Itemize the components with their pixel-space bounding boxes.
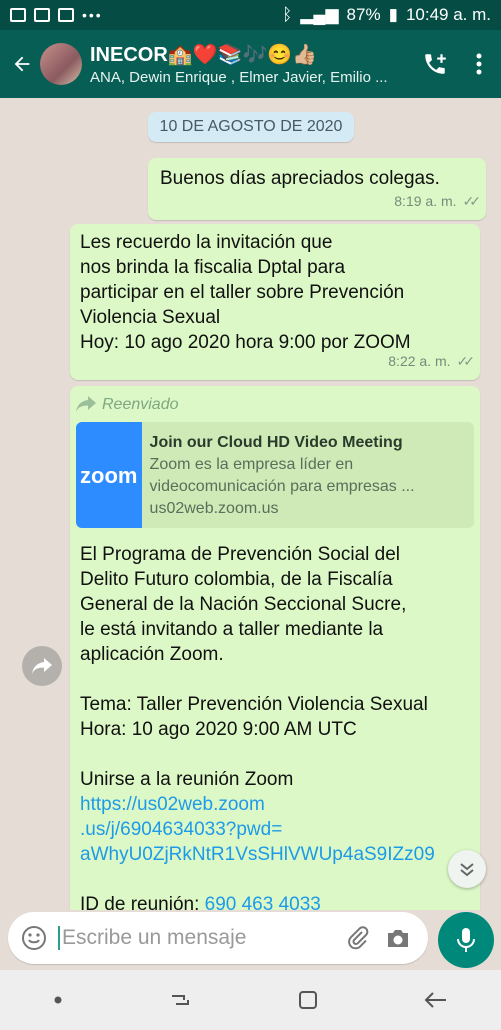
chat-title-area[interactable]: INECOR🏫❤️📚🎶😊👍🏼 ANA, Dewin Enrique , Elme… xyxy=(90,42,413,86)
forwarded-label: Reenviado xyxy=(76,390,474,418)
chevron-down-icon xyxy=(460,863,474,877)
group-avatar[interactable] xyxy=(40,43,82,85)
recents-icon[interactable] xyxy=(168,990,192,1010)
meeting-topic: Tema: Taller Prevención Violencia Sexual… xyxy=(80,694,428,740)
message-bubble[interactable]: Les recuerdo la invitación que nos brind… xyxy=(70,224,480,380)
double-check-icon: ✓✓ xyxy=(456,353,476,369)
link-preview[interactable]: zoom Join our Cloud HD Video Meeting Zoo… xyxy=(76,422,474,528)
message-time: 8:22 a. m. xyxy=(388,353,451,369)
battery-icon: ▮ xyxy=(388,5,398,24)
system-nav-bar xyxy=(0,970,501,1030)
scroll-down-button[interactable] xyxy=(448,850,486,888)
preview-title: Join our Cloud HD Video Meeting xyxy=(149,434,403,451)
forwarded-message-bubble[interactable]: Reenviado zoom Join our Cloud HD Video M… xyxy=(70,386,480,910)
forward-button[interactable] xyxy=(22,646,62,686)
forward-icon xyxy=(32,658,52,674)
more-notifications-icon: ••• xyxy=(82,7,103,23)
home-icon[interactable] xyxy=(297,989,319,1011)
emoji-icon[interactable] xyxy=(18,925,50,951)
preview-description: Zoom es la empresa líder en videocomunic… xyxy=(149,456,415,495)
mic-button[interactable] xyxy=(438,912,494,968)
forward-icon xyxy=(76,396,96,412)
signal-icon: ▂▄▆ xyxy=(300,5,339,24)
message-composer xyxy=(8,912,428,964)
add-call-icon[interactable] xyxy=(413,51,457,77)
clock: 10:49 a. m. xyxy=(405,5,491,24)
app-icon xyxy=(58,8,74,22)
more-vert-icon[interactable] xyxy=(457,53,501,75)
gallery-icon xyxy=(10,8,26,22)
message-body: El Programa de Prevención Social del Del… xyxy=(80,544,407,665)
message-time: 8:19 a. m. xyxy=(394,193,457,209)
status-bar: ••• ᛒ ▂▄▆ 87% ▮ 10:49 a. m. xyxy=(0,0,501,30)
back-icon[interactable] xyxy=(424,990,448,1010)
chat-header: INECOR🏫❤️📚🎶😊👍🏼 ANA, Dewin Enrique , Elme… xyxy=(0,30,501,98)
meeting-id-link[interactable]: 690 463 4033 xyxy=(205,894,321,910)
preview-domain: us02web.zoom.us xyxy=(149,500,279,517)
attach-icon[interactable] xyxy=(338,926,378,950)
back-arrow-icon[interactable] xyxy=(4,53,40,75)
message-input[interactable] xyxy=(58,926,338,950)
group-name: INECOR🏫❤️📚🎶😊👍🏼 xyxy=(90,44,318,66)
camera-icon[interactable] xyxy=(378,926,418,950)
bluetooth-icon: ᛒ xyxy=(282,5,293,24)
nav-dot-icon[interactable] xyxy=(53,995,63,1005)
join-label: Unirse a la reunión Zoom xyxy=(80,769,294,790)
notification-icons: ••• xyxy=(10,7,103,23)
message-text: Buenos días apreciados colegas. xyxy=(160,168,440,189)
mic-icon xyxy=(457,928,475,952)
meeting-id-label: ID de reunión: xyxy=(80,894,200,910)
meeting-link[interactable]: https://us02web.zoom .us/j/6904634033?pw… xyxy=(80,792,470,867)
zoom-logo: zoom xyxy=(76,422,142,528)
battery-level: 87% xyxy=(346,5,381,24)
date-separator: 10 DE AGOSTO DE 2020 xyxy=(148,112,354,142)
group-members: ANA, Dewin Enrique , Elmer Javier, Emili… xyxy=(90,69,388,86)
mail-icon xyxy=(34,8,50,22)
double-check-icon: ✓✓ xyxy=(462,193,482,209)
message-text: Les recuerdo la invitación que nos brind… xyxy=(80,232,411,353)
message-bubble[interactable]: Buenos días apreciados colegas. 8:19 a. … xyxy=(148,158,486,220)
composer xyxy=(0,910,501,968)
chat-area[interactable]: 10 DE AGOSTO DE 2020 Buenos días aprecia… xyxy=(0,98,501,910)
